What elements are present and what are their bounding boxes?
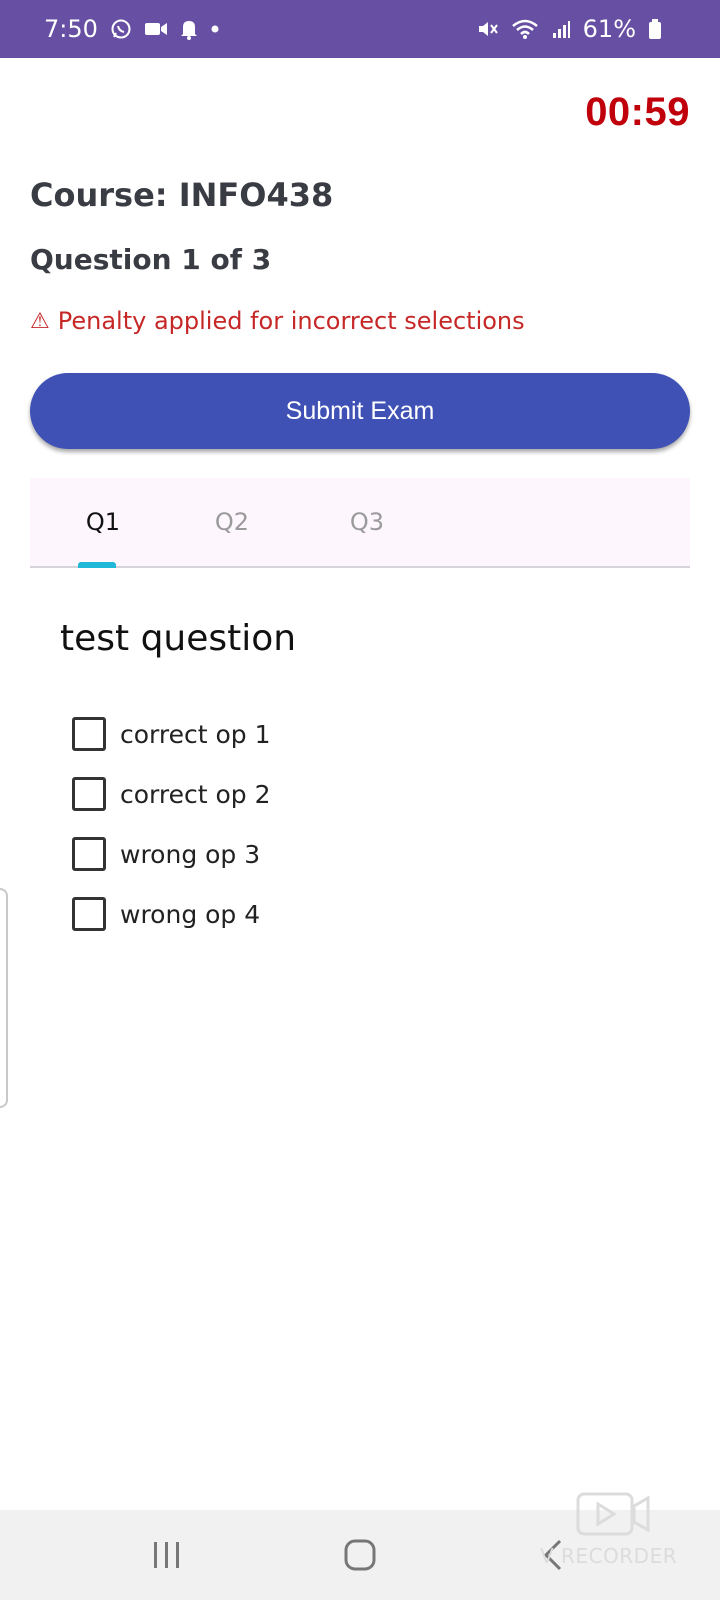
option-label: correct op 2 — [120, 779, 271, 809]
option-checkbox[interactable] — [72, 777, 106, 811]
option-item[interactable]: correct op 1 — [72, 717, 271, 751]
battery-percent: 61% — [582, 15, 636, 43]
option-label: wrong op 3 — [120, 839, 261, 869]
status-time: 7:50 — [44, 15, 98, 43]
exam-screen: 7:50 61% 00:59 Course: INFO438 Question … — [0, 0, 720, 1600]
option-checkbox[interactable] — [72, 717, 106, 751]
status-bar: 7:50 61% — [0, 0, 720, 58]
whatsapp-icon — [110, 18, 132, 40]
tab-q1[interactable]: Q1 — [68, 478, 138, 566]
video-icon — [144, 20, 168, 38]
tab-q3[interactable]: Q3 — [332, 478, 402, 566]
option-label: correct op 1 — [120, 719, 271, 749]
recents-icon[interactable] — [127, 1525, 207, 1585]
submit-exam-button[interactable]: Submit Exam — [30, 373, 690, 449]
option-checkbox[interactable] — [72, 897, 106, 931]
watermark-text: V RECORDER — [540, 1544, 678, 1568]
penalty-warning: ⚠ Penalty applied for incorrect selectio… — [30, 307, 525, 335]
option-item[interactable]: wrong op 4 — [72, 897, 260, 931]
wifi-icon — [511, 18, 539, 40]
option-checkbox[interactable] — [72, 837, 106, 871]
recorder-logo-icon — [576, 1492, 650, 1536]
tab-q2[interactable]: Q2 — [197, 478, 267, 566]
course-title: Course: INFO438 — [30, 176, 334, 214]
status-left: 7:50 — [44, 15, 220, 43]
signal-icon — [551, 19, 571, 39]
option-label: wrong op 4 — [120, 899, 261, 929]
countdown-timer: 00:59 — [585, 90, 690, 134]
status-right: 61% — [477, 15, 662, 43]
option-item[interactable]: correct op 2 — [72, 777, 271, 811]
home-icon[interactable] — [320, 1525, 400, 1585]
question-text: test question — [60, 618, 297, 659]
edge-panel-handle[interactable] — [0, 888, 8, 1108]
dot-icon — [210, 24, 220, 34]
recorder-watermark: V RECORDER — [540, 1490, 700, 1570]
question-tabs: Q1 Q2 Q3 — [30, 478, 690, 568]
warning-icon: ⚠ — [30, 308, 50, 334]
penalty-text: Penalty applied for incorrect selections — [57, 307, 525, 335]
question-counter: Question 1 of 3 — [30, 243, 272, 276]
battery-icon — [648, 18, 662, 40]
active-tab-indicator — [78, 562, 116, 568]
option-item[interactable]: wrong op 3 — [72, 837, 260, 871]
bell-icon — [180, 18, 198, 40]
mute-icon — [477, 18, 499, 40]
